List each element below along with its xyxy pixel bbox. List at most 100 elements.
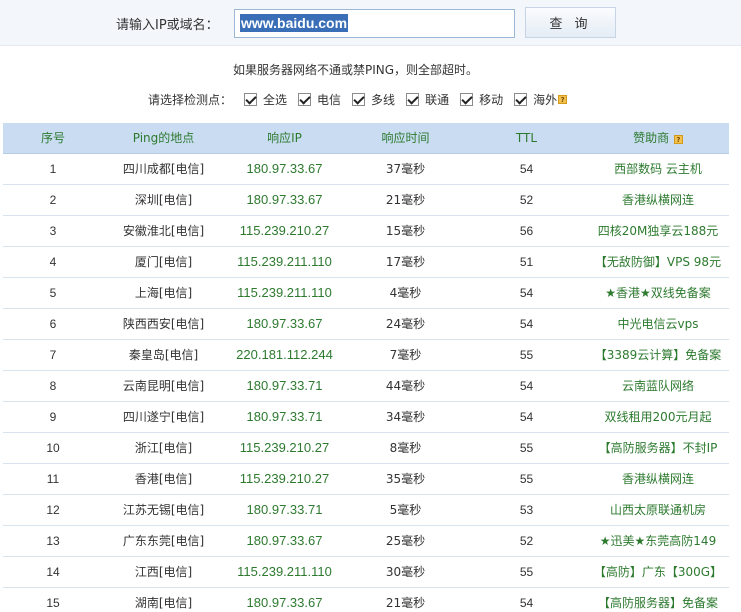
cell-index: 15 xyxy=(3,587,103,612)
table-row: 1 四川成都[电信] 180.97.33.67 37毫秒 54 西部数码 云主机 xyxy=(3,153,729,185)
col-header-sponsor-label: 赞助商 xyxy=(633,131,670,146)
cell-time: 17毫秒 xyxy=(345,246,466,278)
cell-sponsor: 双线租用200元月起 xyxy=(587,401,729,433)
sponsor-link[interactable]: 香港纵横网连 xyxy=(622,472,694,486)
sponsor-link[interactable]: 【高防服务器】免备案 xyxy=(598,596,718,610)
checkbox-telecom[interactable] xyxy=(298,92,312,106)
cell-index: 13 xyxy=(3,525,103,557)
filter-unicom-label: 联通 xyxy=(425,92,450,107)
checkbox-unicom[interactable] xyxy=(406,92,420,106)
cell-ip: 180.97.33.67 xyxy=(224,184,345,216)
table-row: 10 浙江[电信] 115.239.210.27 8毫秒 55 【高防服务器】不封IP xyxy=(3,432,729,464)
cell-sponsor: 西部数码 云主机 xyxy=(587,153,729,185)
sponsor-link[interactable]: 西部数码 云主机 xyxy=(614,162,702,176)
cell-index: 3 xyxy=(3,215,103,247)
cell-location: 安徽淮北[电信] xyxy=(103,215,224,247)
sponsor-link[interactable]: 【高防服务器】不封IP xyxy=(599,441,718,455)
cell-location: 江苏无锡[电信] xyxy=(103,494,224,526)
col-header-ip: 响应IP xyxy=(224,123,345,154)
filter-all-label: 全选 xyxy=(263,92,288,107)
cell-location: 湖南[电信] xyxy=(103,587,224,612)
sponsor-link[interactable]: 双线租用200元月起 xyxy=(605,410,712,424)
col-header-index: 序号 xyxy=(3,123,103,154)
filter-telecom[interactable]: 电信 xyxy=(298,91,341,108)
sponsor-link[interactable]: ★迅美★东莞高防149 xyxy=(600,534,716,548)
cell-ttl: 54 xyxy=(466,587,587,612)
sponsor-link[interactable]: 山西太原联通机房 xyxy=(610,503,706,517)
cell-location: 上海[电信] xyxy=(103,277,224,309)
sponsor-link[interactable]: 【3389云计算】免备案 xyxy=(595,348,722,362)
table-row: 2 深圳[电信] 180.97.33.67 21毫秒 52 香港纵横网连 xyxy=(3,184,729,216)
cell-ttl: 52 xyxy=(466,525,587,557)
filter-overseas[interactable]: 海外 ? xyxy=(514,91,568,108)
ip-domain-input-value: www.baidu.com xyxy=(240,14,349,32)
checkbox-overseas[interactable] xyxy=(514,92,528,106)
node-filter: 请选择检测点： 全选 电信 多线 联通 移动 海外 ? xyxy=(148,90,568,108)
cell-ip: 115.239.210.27 xyxy=(224,215,345,247)
sponsor-help-icon[interactable]: ? xyxy=(673,135,683,145)
cell-time: 4毫秒 xyxy=(345,277,466,309)
cell-time: 21毫秒 xyxy=(345,184,466,216)
cell-sponsor: 【高防服务器】不封IP xyxy=(587,432,729,464)
ip-domain-input[interactable]: www.baidu.com xyxy=(234,9,515,38)
cell-sponsor: 中光电信云vps xyxy=(587,308,729,340)
table-row: 14 江西[电信] 115.239.211.110 30毫秒 55 【高防】广东【300G… xyxy=(3,556,729,588)
filter-unicom[interactable]: 联通 xyxy=(406,91,449,108)
sponsor-link[interactable]: 香港纵横网连 xyxy=(622,193,694,207)
query-button[interactable]: 查 询 xyxy=(525,7,616,38)
cell-index: 7 xyxy=(3,339,103,371)
cell-ip: 180.97.33.67 xyxy=(224,153,345,185)
filter-mobile[interactable]: 移动 xyxy=(460,91,503,108)
cell-time: 15毫秒 xyxy=(345,215,466,247)
filter-telecom-label: 电信 xyxy=(317,92,342,107)
cell-location: 浙江[电信] xyxy=(103,432,224,464)
sponsor-link[interactable]: 【高防】广东【300G】 xyxy=(594,565,722,579)
col-header-sponsor: 赞助商 ? xyxy=(587,123,729,154)
table-row: 12 江苏无锡[电信] 180.97.33.71 5毫秒 53 山西太原联通机房 xyxy=(3,494,729,526)
cell-index: 9 xyxy=(3,401,103,433)
cell-ip: 115.239.211.110 xyxy=(224,246,345,278)
sponsor-link[interactable]: 中光电信云vps xyxy=(618,317,699,331)
sponsor-link[interactable]: 【无敌防御】VPS 98元 xyxy=(595,255,721,269)
filter-mobile-label: 移动 xyxy=(479,92,504,107)
query-bar: 请输入IP或域名： www.baidu.com 查 询 xyxy=(0,0,741,46)
cell-sponsor: 云南蓝队网络 xyxy=(587,370,729,402)
cell-index: 4 xyxy=(3,246,103,278)
sponsor-link[interactable]: 四核20M独享云188元 xyxy=(598,224,719,238)
table-row: 11 香港[电信] 115.239.210.27 35毫秒 55 香港纵横网连 xyxy=(3,463,729,495)
checkbox-multiline[interactable] xyxy=(352,92,366,106)
cell-ttl: 55 xyxy=(466,463,587,495)
cell-location: 四川成都[电信] xyxy=(103,153,224,185)
cell-time: 5毫秒 xyxy=(345,494,466,526)
checkbox-mobile[interactable] xyxy=(460,92,474,106)
cell-time: 30毫秒 xyxy=(345,556,466,588)
sponsor-link[interactable]: ★香港★双线免备案 xyxy=(605,286,711,300)
cell-index: 5 xyxy=(3,277,103,309)
cell-ttl: 54 xyxy=(466,153,587,185)
cell-ip: 220.181.112.244 xyxy=(224,339,345,371)
cell-sponsor: 香港纵横网连 xyxy=(587,184,729,216)
cell-location: 深圳[电信] xyxy=(103,184,224,216)
filter-all[interactable]: 全选 xyxy=(244,91,287,108)
filter-multiline[interactable]: 多线 xyxy=(352,91,395,108)
cell-time: 25毫秒 xyxy=(345,525,466,557)
cell-index: 10 xyxy=(3,432,103,464)
cell-location: 广东东莞[电信] xyxy=(103,525,224,557)
cell-ip: 180.97.33.71 xyxy=(224,494,345,526)
cell-sponsor: 四核20M独享云188元 xyxy=(587,215,729,247)
cell-ttl: 52 xyxy=(466,184,587,216)
sponsor-link[interactable]: 云南蓝队网络 xyxy=(622,379,694,393)
cell-sponsor: 【无敌防御】VPS 98元 xyxy=(587,246,729,278)
table-row: 7 秦皇岛[电信] 220.181.112.244 7毫秒 55 【3389云计算】免备案 xyxy=(3,339,729,371)
cell-ip: 115.239.211.110 xyxy=(224,556,345,588)
cell-time: 35毫秒 xyxy=(345,463,466,495)
help-icon[interactable]: ? xyxy=(558,94,568,104)
cell-ip: 180.97.33.67 xyxy=(224,587,345,612)
cell-index: 14 xyxy=(3,556,103,588)
cell-ttl: 55 xyxy=(466,339,587,371)
table-row: 9 四川遂宁[电信] 180.97.33.71 34毫秒 54 双线租用200元月起 xyxy=(3,401,729,433)
cell-sponsor: ★迅美★东莞高防149 xyxy=(587,525,729,557)
checkbox-all[interactable] xyxy=(244,92,258,106)
cell-ttl: 51 xyxy=(466,246,587,278)
filter-multiline-label: 多线 xyxy=(371,92,396,107)
